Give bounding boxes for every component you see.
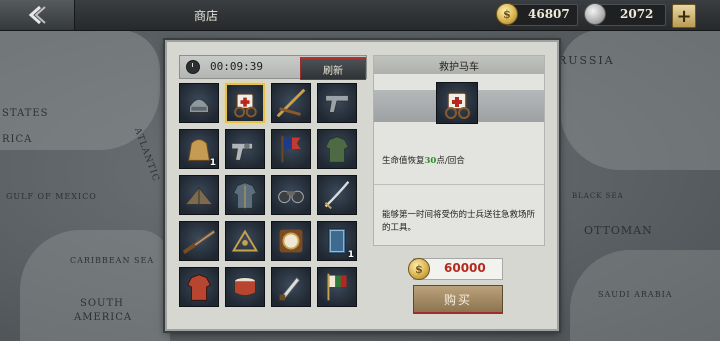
map-label-atlantic: ATLANTIC — [131, 126, 161, 184]
gold-amount: 46807 — [528, 7, 570, 21]
red-uniform-icon — [186, 274, 212, 301]
drum-icon — [234, 277, 256, 297]
map-label-ottoman: OTTOMAN — [584, 224, 653, 237]
gold-coin-icon: $ — [496, 3, 518, 25]
medal-amount: 2072 — [620, 7, 654, 21]
shop-item-red-uniform[interactable] — [179, 267, 219, 307]
medical-wagon-icon — [436, 82, 478, 124]
dagger-icon — [279, 276, 301, 301]
shop-item-tent[interactable] — [179, 175, 219, 215]
shop-item-drum[interactable] — [225, 267, 265, 307]
musket-icon — [182, 229, 216, 254]
shop-item-revolver[interactable] — [225, 129, 265, 169]
uniform-green-icon — [324, 136, 350, 163]
shop-item-book[interactable]: 1 — [317, 221, 357, 261]
medical-wagon-icon — [234, 93, 257, 118]
shop-item-supply-sack[interactable]: 1 — [179, 129, 219, 169]
flag-icon — [281, 135, 301, 163]
battle-flag-icon — [327, 273, 347, 301]
plus-icon: + — [676, 5, 692, 27]
effect-value: 30 — [424, 156, 437, 166]
item-effect: 生命值恢复30点/回合 — [382, 154, 465, 166]
shop-item-uniform-coat[interactable] — [225, 175, 265, 215]
revolver-icon — [231, 142, 254, 161]
buy-button[interactable]: 购买 — [413, 285, 503, 314]
shop-item-musket[interactable] — [179, 221, 219, 261]
effect-suffix: 点/回合 — [436, 156, 465, 166]
detail-divider — [374, 184, 544, 185]
item-price: 60000 — [444, 261, 486, 275]
uniform-coat-icon — [232, 182, 258, 209]
gold-resource: $ 46807 — [496, 3, 578, 26]
pistol-icon — [325, 94, 349, 113]
saber-icon — [324, 180, 350, 210]
map-label-rica: RICA — [2, 134, 33, 145]
item-detail-area: 救护马车 生命值恢复30点/回合 能够第一时间将受伤的士兵送往急救场所的工具。 … — [373, 55, 545, 325]
refresh-timer: 00:09:39 — [210, 60, 263, 73]
shop-panel: 00:09:39 刷新 1 1 救护马车 生命值恢复30点/回合 能够第一时间将受… — [165, 40, 559, 331]
shop-item-medical-wagon[interactable] — [225, 83, 265, 123]
shop-item-battle-flag[interactable] — [317, 267, 357, 307]
medal-resource: 2072 — [584, 3, 666, 26]
effect-prefix: 生命值恢复 — [382, 156, 425, 166]
top-bar: 商店 $ 46807 2072 + — [0, 0, 720, 31]
shop-item-helmet-armor[interactable] — [179, 83, 219, 123]
map-label-gulf: GULF OF MEXICO — [6, 192, 97, 201]
chevron-left-icon — [28, 5, 46, 25]
shop-item-binoculars[interactable] — [271, 175, 311, 215]
shop-item-area: 00:09:39 刷新 1 1 — [179, 55, 367, 325]
map-label-black-sea: BLACK SEA — [572, 192, 624, 200]
medal-icon — [584, 3, 606, 25]
shop-item-sextant[interactable] — [225, 221, 265, 261]
map-label-russia: RUSSIA — [558, 54, 615, 67]
gold-coin-icon: $ — [408, 258, 430, 280]
shop-item-pocket-watch[interactable] — [271, 221, 311, 261]
price-box: $ 60000 — [408, 258, 503, 280]
pocket-watch-icon — [279, 229, 303, 253]
item-count-badge: 1 — [209, 158, 216, 168]
shop-item-flag[interactable] — [271, 129, 311, 169]
shop-item-dagger[interactable] — [271, 267, 311, 307]
item-count-badge: 1 — [347, 250, 354, 260]
binoculars-icon — [278, 190, 304, 204]
shop-item-rifle-crossed[interactable] — [271, 83, 311, 123]
map-label-caribbean: CARIBBEAN SEA — [70, 256, 155, 265]
back-button[interactable] — [0, 0, 75, 30]
item-detail-box: 救护马车 生命值恢复30点/回合 能够第一时间将受伤的士兵送往急救场所的工具。 — [373, 55, 545, 246]
tent-icon — [184, 186, 214, 205]
sextant-icon — [231, 229, 259, 252]
refresh-timer-bar: 00:09:39 刷新 — [179, 55, 367, 80]
clock-icon — [186, 60, 200, 74]
shop-item-saber[interactable] — [317, 175, 357, 215]
map-label-america: AMERICA — [74, 312, 133, 323]
map-label-states: STATES — [2, 108, 49, 119]
item-description: 能够第一时间将受伤的士兵送往急救场所的工具。 — [382, 210, 536, 233]
helmet-armor-icon — [189, 98, 209, 113]
map-label-south: SOUTH — [80, 298, 124, 309]
rifle-crossed-icon — [276, 88, 306, 118]
map-label-saudi: SAUDI ARABIA — [598, 290, 673, 299]
shop-item-pistol[interactable] — [317, 83, 357, 123]
page-title: 商店 — [193, 8, 218, 23]
item-detail-title: 救护马车 — [374, 56, 544, 74]
add-currency-button[interactable]: + — [672, 4, 696, 28]
shop-item-uniform-green[interactable] — [317, 129, 357, 169]
refresh-button[interactable]: 刷新 — [300, 57, 366, 80]
